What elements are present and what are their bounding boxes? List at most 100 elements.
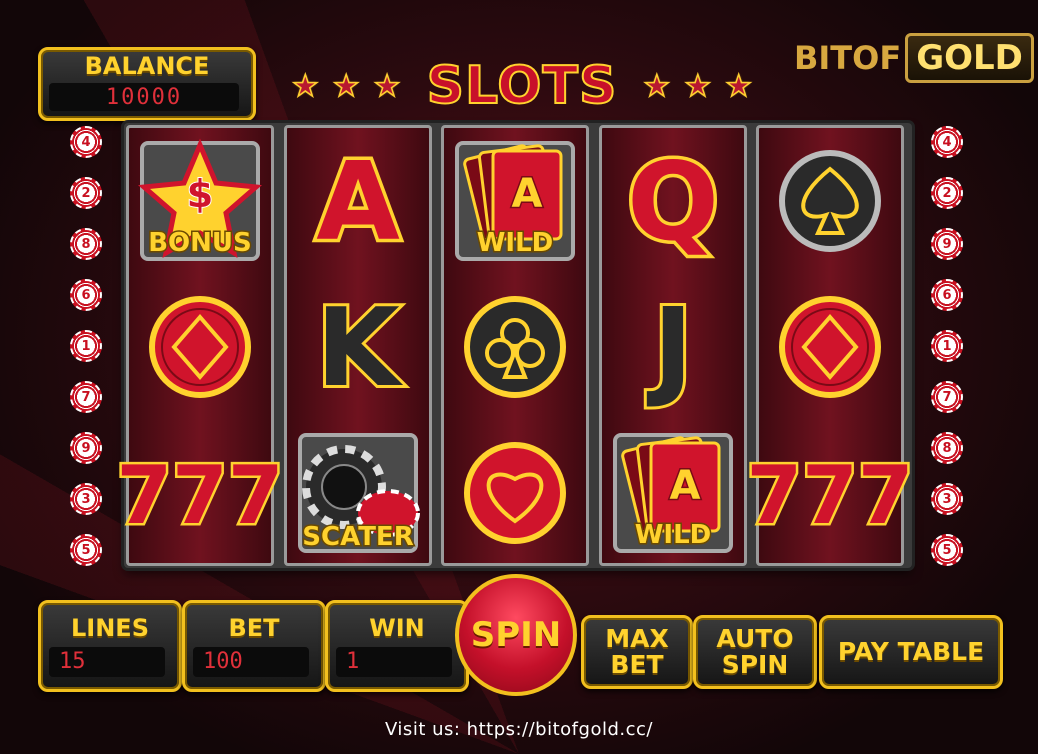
reel-3: A WILD (441, 125, 589, 566)
balance-value: 10000 (49, 83, 239, 111)
seven-symbol: 777 (744, 420, 916, 566)
payline-chip: 6 (931, 279, 963, 311)
bet-panel[interactable]: BET 100 (182, 600, 326, 692)
game-title: SLOTS (426, 55, 618, 117)
diamond-icon (779, 296, 881, 398)
seven-icon: 777 (744, 447, 916, 545)
auto-spin-line1: AUTO (716, 624, 794, 653)
letter-K-icon: K (313, 283, 406, 414)
svg-text:SCATER: SCATER (302, 522, 413, 552)
win-panel: WIN 1 (325, 600, 469, 692)
title-row: ★ ★ ★ SLOTS ★ ★ ★ (262, 55, 782, 117)
heart-symbol (444, 420, 586, 566)
star-icon: ★ (724, 69, 753, 104)
svg-text:WILD: WILD (477, 228, 554, 258)
logo-text-left: BITOF (794, 39, 902, 77)
payline-chip: 1 (931, 330, 963, 362)
svg-text:BONUS: BONUS (148, 228, 252, 258)
diamond-symbol (129, 274, 271, 420)
wild-icon: A WILD (455, 141, 575, 261)
max-bet-button[interactable]: MAX BET (581, 615, 693, 689)
bonus-icon: $ BONUS (137, 138, 263, 261)
star-icon: ★ (684, 69, 712, 104)
reel-5: 777 (744, 125, 916, 566)
diamond-symbol (759, 274, 901, 420)
payline-chip: 7 (70, 381, 102, 413)
star-icon: ★ (373, 69, 401, 104)
max-bet-line1: MAX (605, 624, 669, 653)
pay-table-button[interactable]: PAY TABLE (819, 615, 1003, 689)
payline-chip: 8 (70, 228, 102, 260)
star-icon: ★ (291, 69, 319, 104)
club-symbol (444, 274, 586, 420)
reel-4: Q J A WILD (598, 125, 747, 566)
seven-icon: 777 (114, 447, 286, 545)
payline-chip: 3 (70, 483, 102, 515)
scatter-symbol: SCATER (287, 420, 429, 566)
balance-label: BALANCE (84, 52, 210, 80)
payline-chip: 7 (931, 381, 963, 413)
wild-symbol: A WILD (602, 420, 744, 566)
star-icon: ★ (332, 69, 360, 104)
lines-panel[interactable]: LINES 15 (38, 600, 182, 692)
letter-Q-icon: Q (623, 137, 722, 269)
diamond-icon (149, 296, 251, 398)
svg-text:777: 777 (747, 449, 914, 542)
spin-button[interactable]: SPIN (455, 574, 577, 696)
svg-text:777: 777 (117, 449, 284, 542)
payline-chip: 6 (70, 279, 102, 311)
svg-text:A: A (512, 171, 543, 217)
auto-spin-label: AUTO SPIN (716, 626, 793, 678)
payline-chip: 4 (931, 126, 963, 158)
bet-value: 100 (193, 647, 309, 677)
lines-value: 15 (49, 647, 165, 677)
auto-spin-line2: SPIN (721, 650, 789, 679)
svg-text:A: A (669, 463, 700, 509)
seven-symbol: 777 (114, 420, 286, 566)
letter-J-symbol: J (602, 274, 744, 420)
letter-Q-symbol: Q (602, 128, 744, 274)
win-value: 1 (336, 647, 452, 677)
auto-spin-button[interactable]: AUTO SPIN (693, 615, 817, 689)
letter-K-symbol: K (287, 274, 429, 420)
svg-text:A: A (316, 140, 400, 265)
svg-text:J: J (645, 286, 692, 411)
letter-J-icon: J (642, 283, 695, 414)
reels-area: $ BONUS 777 A K SCATER A WILD Q J A WILD 777 (114, 123, 916, 568)
brand-logo: BITOF GOLD (794, 22, 1034, 94)
win-label: WIN (369, 614, 425, 642)
payline-chip: 4 (70, 126, 102, 158)
svg-text:WILD: WILD (634, 520, 711, 550)
heart-icon (464, 442, 566, 544)
bonus-symbol: $ BONUS (129, 128, 271, 274)
logo-text-right: GOLD (905, 33, 1034, 83)
payline-chip: 3 (931, 483, 963, 515)
lines-label: LINES (71, 614, 149, 642)
payline-chip: 1 (70, 330, 102, 362)
letter-A-symbol: A (287, 128, 429, 274)
footer-link[interactable]: Visit us: https://bitofgold.cc/ (0, 712, 1038, 748)
pay-table-label: PAY TABLE (837, 637, 985, 666)
paylines-left: 4 2 8 6 1 7 9 3 5 (70, 126, 110, 566)
scatter-icon: SCATER (297, 433, 420, 554)
wild-symbol: A WILD (444, 128, 586, 274)
payline-chip: 5 (70, 534, 102, 566)
bet-label: BET (228, 614, 280, 642)
payline-chip: 5 (931, 534, 963, 566)
payline-chip: 9 (931, 228, 963, 260)
svg-text:K: K (316, 286, 403, 411)
wild-icon: A WILD (612, 433, 733, 553)
payline-chip: 8 (931, 432, 963, 464)
reel-2: A K SCATER (283, 125, 432, 566)
payline-chip: 2 (931, 177, 963, 209)
max-bet-label: MAX BET (605, 626, 669, 678)
svg-text:Q: Q (627, 140, 719, 265)
payline-chip: 9 (70, 432, 102, 464)
reel-1: $ BONUS 777 (114, 125, 286, 566)
star-icon: ★ (643, 69, 671, 104)
payline-chip: 2 (70, 177, 102, 209)
spade-symbol (759, 128, 901, 274)
club-icon (464, 296, 566, 398)
max-bet-line2: BET (610, 650, 664, 679)
paylines-right: 4 2 9 6 1 7 8 3 5 (931, 126, 971, 566)
